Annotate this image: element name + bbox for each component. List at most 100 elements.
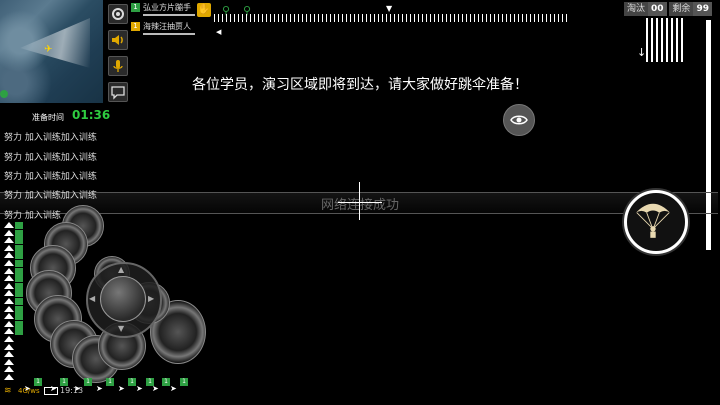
settings-button[interactable]	[108, 4, 128, 24]
player-marker-icon	[4, 237, 14, 244]
player-marker-icon	[4, 351, 14, 358]
player-marker-icon	[4, 260, 14, 267]
player-flag-icon	[15, 229, 23, 237]
flag-icon: 1	[180, 378, 188, 386]
player-flag-icon	[15, 320, 23, 328]
device-clock: 19:13	[60, 386, 84, 395]
player-marker-icon	[4, 222, 14, 229]
sound-button[interactable]	[108, 30, 128, 50]
player-marker-icon	[4, 336, 14, 343]
player-flag-icon	[15, 290, 23, 298]
player-flag-icon	[15, 260, 23, 267]
player-flag-icon	[15, 275, 23, 283]
team-member: 1 弘业方片蹦手	[131, 3, 195, 17]
plane-icon: ➤	[118, 384, 125, 393]
score-panel: 淘汰 00 剩余 99	[624, 2, 718, 16]
flag-icon: 1	[162, 378, 170, 386]
timeline-ticks	[214, 14, 570, 22]
player-flag-icon	[15, 222, 23, 229]
player-flag-icon	[15, 313, 23, 321]
view-cone	[20, 18, 90, 68]
eye-icon	[510, 115, 528, 125]
mic-button[interactable]	[108, 56, 128, 76]
player-flag-icon	[15, 328, 23, 336]
chat-message: 努力 加入训练加入训练	[4, 191, 97, 201]
player-flag-icon	[15, 305, 23, 313]
player-marker-icon	[4, 298, 14, 305]
plane-icon: ➤	[152, 384, 159, 393]
flag-icon: 1	[60, 378, 68, 386]
team-member-number: 1	[131, 3, 140, 12]
player-marker-icon	[4, 267, 14, 275]
arrow-up-icon: ▲	[118, 265, 125, 274]
speaker-small-icon: ◀	[216, 28, 222, 36]
eliminated-label: 淘汰	[624, 2, 649, 16]
network-message: 网络连接成功	[260, 194, 460, 213]
player-flag-icon	[15, 237, 23, 245]
seat-button[interactable]: ✋	[197, 3, 211, 17]
network-type: 4G/ws	[18, 387, 40, 395]
player-marker-icon	[4, 366, 14, 373]
player-marker-icon	[4, 358, 14, 366]
player-marker-icon	[4, 343, 14, 351]
chat-bubble-icon	[111, 86, 125, 100]
team-member-number: 1	[131, 22, 140, 31]
player-marker-icon: ✈	[44, 44, 53, 55]
team-member-name: 弘业方片蹦手	[143, 3, 191, 12]
player-marker-icon	[4, 282, 14, 290]
arrow-right-icon: ▶	[148, 294, 155, 303]
player-marker-icon	[4, 374, 14, 381]
crosshair-horizontal	[338, 202, 382, 203]
arrow-down-icon: ↓	[637, 46, 647, 59]
player-marker-icon	[4, 229, 14, 237]
flag-icon: 1	[106, 378, 114, 386]
joystick-knob[interactable]	[100, 276, 146, 322]
eliminated-count: 00	[648, 2, 667, 16]
player-flag-icon	[15, 298, 23, 305]
player-marker-icon	[4, 244, 14, 252]
microphone-icon	[113, 60, 123, 72]
view-toggle-button[interactable]	[503, 104, 535, 136]
chat-message: 努力 加入训练加入训练	[4, 153, 97, 163]
prep-timer: 01:36	[72, 108, 111, 122]
parachute-button[interactable]	[624, 190, 688, 254]
gear-icon	[112, 8, 124, 20]
player-flag-icon	[15, 244, 23, 252]
player-marker-icon	[4, 275, 14, 282]
team-member-name: 海辣汪抽贾人	[143, 22, 191, 31]
flight-timeline: ▼	[214, 4, 570, 22]
map-pin-icon	[0, 90, 8, 98]
player-marker-icon	[4, 320, 14, 328]
chat-button[interactable]	[108, 82, 128, 102]
timeline-marker-icon: ▼	[386, 4, 393, 13]
player-marker-icon	[4, 252, 14, 259]
health-bar	[143, 14, 195, 16]
chat-message: 努力 加入训练	[4, 211, 61, 221]
player-marker-icon	[4, 290, 14, 297]
wifi-icon: ≋	[4, 386, 12, 396]
chat-message: 努力 加入训练加入训练	[4, 172, 97, 182]
arrow-down-icon: ▼	[118, 324, 125, 333]
minimap[interactable]: ✈	[0, 0, 103, 103]
altitude-gauge	[646, 18, 686, 62]
chat-message: 努力 加入训练加入训练	[4, 133, 97, 143]
crosshair-vertical	[359, 182, 360, 220]
altitude-bar	[706, 20, 711, 250]
player-flag-icon	[15, 282, 23, 290]
player-flag-icon	[15, 267, 23, 275]
team-member: 1 海辣汪抽贾人	[131, 22, 195, 36]
prep-label: 准备时间	[32, 113, 64, 122]
plane-icon: ➤	[170, 384, 177, 393]
remaining-label: 剩余	[669, 2, 694, 16]
player-flag-icon	[15, 252, 23, 260]
remaining-count: 99	[693, 2, 712, 16]
player-marker-icon	[4, 328, 14, 335]
announcement: 各位学员，演习区域即将到达，请大家做好跳伞准备！	[192, 77, 528, 93]
parachute-icon	[635, 203, 671, 238]
health-bar	[143, 33, 195, 35]
flag-icon: 1	[34, 378, 42, 386]
battery-icon	[44, 387, 58, 395]
arrow-left-icon: ◀	[89, 294, 96, 303]
plane-icon: ➤	[96, 384, 103, 393]
player-marker-icon	[4, 313, 14, 320]
